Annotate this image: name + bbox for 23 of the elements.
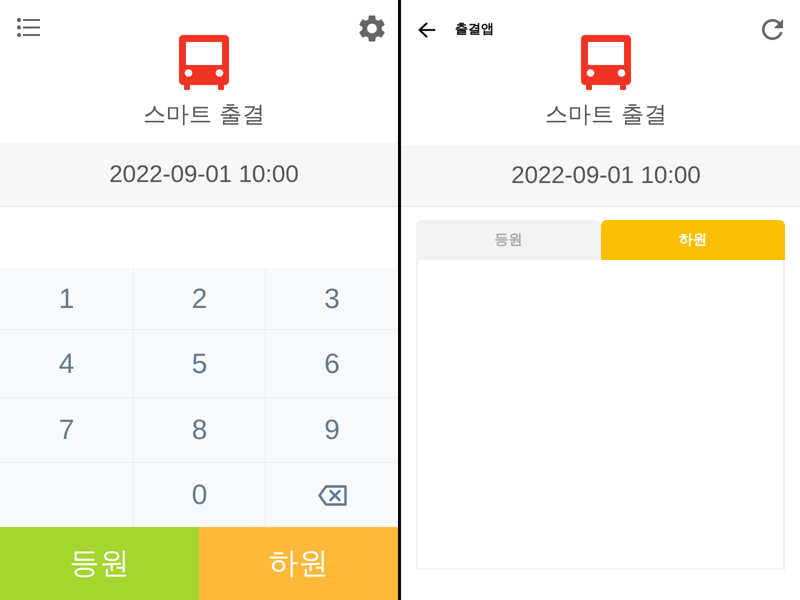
backspace-icon [318,484,346,506]
app-title: 스마트 출결 [544,101,668,130]
app-title: 스마트 출결 [142,101,266,130]
digit-key[interactable]: 3 [266,268,398,329]
digit-key[interactable]: 7 [0,398,133,462]
digit-key[interactable]: 0 [134,463,265,527]
backspace-key[interactable] [266,463,398,527]
refresh-icon[interactable] [762,19,783,40]
screen-title: 출결앱 [455,21,494,39]
digit-key[interactable]: 4 [0,330,133,397]
digit-key[interactable]: 5 [134,330,265,397]
menu-icon[interactable] [17,18,40,37]
digit-key[interactable]: 1 [0,268,133,329]
bus-icon [179,35,229,90]
digit-key[interactable]: 9 [266,398,398,462]
settings-icon[interactable] [359,15,385,42]
bus-icon [581,35,631,90]
digit-key[interactable]: 6 [266,330,398,397]
digit-key[interactable]: 2 [134,268,265,329]
date-time-text: 2022-09-01 10:00 [511,160,701,190]
digit-key[interactable]: 8 [134,398,265,462]
back-arrow-icon[interactable] [418,22,436,38]
date-time-text: 2022-09-01 10:00 [109,160,299,190]
